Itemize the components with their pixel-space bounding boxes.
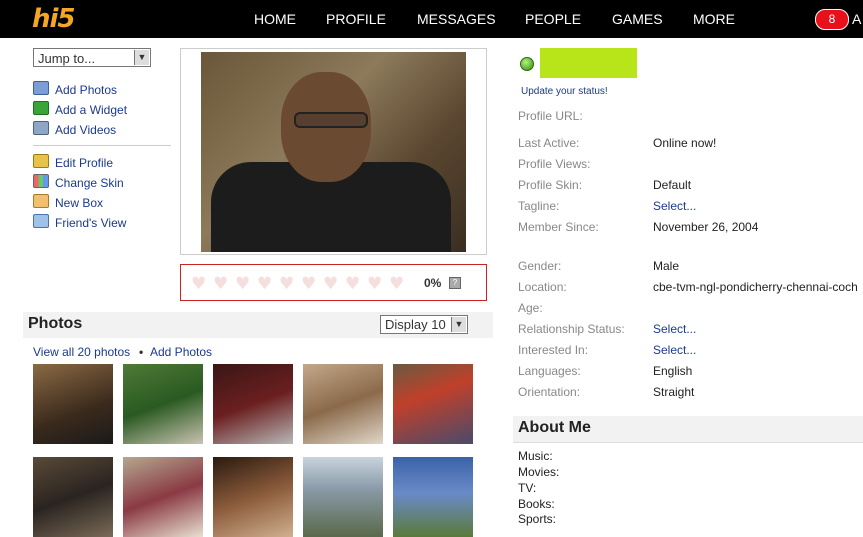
update-status-link[interactable]: Update your status! <box>521 86 608 97</box>
hi5-logo[interactable]: hi5 <box>32 4 76 34</box>
about-me-title: About Me <box>518 419 591 436</box>
jump-to-label: Jump to... <box>38 51 96 66</box>
orientation-label: Orientation: <box>518 385 581 399</box>
photo-thumbnail[interactable] <box>213 364 293 444</box>
location-value: cbe-tvm-ngl-pondicherry-chennai-coch <box>653 280 858 294</box>
nav-more[interactable]: MORE <box>693 11 735 27</box>
add-videos-link[interactable]: Add Videos <box>33 121 116 137</box>
orientation-value: Straight <box>653 385 695 399</box>
last-active-label: Last Active: <box>518 136 580 150</box>
top-nav-bar: hi5 HOME PROFILE MESSAGES PEOPLE GAMES M… <box>0 0 863 38</box>
nav-profile[interactable]: PROFILE <box>326 11 386 27</box>
magnifier-icon <box>33 214 49 228</box>
gender-label: Gender: <box>518 259 562 273</box>
tagline-select-link[interactable]: Select... <box>653 199 696 213</box>
video-icon <box>33 121 49 135</box>
location-label: Location: <box>518 280 567 294</box>
profile-skin-value: Default <box>653 178 692 192</box>
last-active-value: Online now! <box>653 136 717 150</box>
about-music-label: Music: <box>518 449 553 463</box>
display-count-select[interactable]: Display 10 ▼ <box>380 315 468 334</box>
notification-badge[interactable]: 8 <box>815 9 849 30</box>
rating-percent: 0% <box>424 276 442 290</box>
nav-trailing-item[interactable]: A <box>852 11 861 27</box>
chevron-down-icon: ▼ <box>451 317 466 332</box>
edit-profile-link[interactable]: Edit Profile <box>33 154 113 170</box>
chevron-down-icon: ▼ <box>134 50 149 65</box>
age-label: Age: <box>518 301 543 315</box>
add-photos-link-2[interactable]: Add Photos <box>150 345 212 359</box>
change-skin-link[interactable]: Change Skin <box>33 174 124 190</box>
friends-view-link[interactable]: Friend's View <box>33 214 126 230</box>
profile-skin-label: Profile Skin: <box>518 178 583 192</box>
photo-thumbnail[interactable] <box>303 364 383 444</box>
photo-thumbnail[interactable] <box>33 364 113 444</box>
about-me-header: About Me <box>513 416 863 443</box>
interested-in-label: Interested In: <box>518 343 589 357</box>
photo-thumbnail[interactable] <box>33 457 113 537</box>
separator-bullet: • <box>139 345 144 359</box>
gender-value: Male <box>653 259 680 273</box>
heart-icon[interactable]: ♥ <box>213 274 228 294</box>
about-movies-label: Movies: <box>518 465 560 479</box>
interested-in-select-link[interactable]: Select... <box>653 343 696 357</box>
jump-to-select[interactable]: Jump to... ▼ <box>33 48 151 67</box>
member-since-value: November 26, 2004 <box>653 220 759 234</box>
tagline-label: Tagline: <box>518 199 560 213</box>
help-icon[interactable]: ? <box>449 277 461 289</box>
photo-thumbnail[interactable] <box>123 364 203 444</box>
heart-icon[interactable]: ♥ <box>279 274 294 294</box>
photo-thumbnail[interactable] <box>123 457 203 537</box>
relationship-status-label: Relationship Status: <box>518 322 625 336</box>
box-icon <box>33 194 49 208</box>
heart-icon[interactable]: ♥ <box>235 274 250 294</box>
profile-views-label: Profile Views: <box>518 157 591 171</box>
view-all-photos-link[interactable]: View all 20 photos <box>33 345 130 359</box>
online-status-icon <box>520 57 534 71</box>
photo-icon <box>33 81 49 95</box>
new-box-link[interactable]: New Box <box>33 194 103 210</box>
nav-messages[interactable]: MESSAGES <box>417 11 496 27</box>
photo-thumbnail[interactable] <box>393 364 473 444</box>
nav-games[interactable]: GAMES <box>612 11 663 27</box>
profile-name-box <box>540 48 637 78</box>
heart-icon[interactable]: ♥ <box>301 274 316 294</box>
heart-icon[interactable]: ♥ <box>367 274 382 294</box>
heart-icon[interactable]: ♥ <box>323 274 338 294</box>
about-books-label: Books: <box>518 497 555 511</box>
photo-thumbnail[interactable] <box>303 457 383 537</box>
profile-url-label: Profile URL: <box>518 109 583 123</box>
profile-photo-frame <box>180 48 487 255</box>
display-count-label: Display 10 <box>385 317 446 332</box>
heart-icon[interactable]: ♥ <box>389 274 404 294</box>
about-sports-label: Sports: <box>518 512 557 526</box>
add-widget-link[interactable]: Add a Widget <box>33 101 127 117</box>
pencil-icon <box>33 154 49 168</box>
rating-box: ♥ ♥ ♥ ♥ ♥ ♥ ♥ ♥ ♥ ♥ 0% ? <box>180 264 487 301</box>
photo-thumbnail[interactable] <box>213 457 293 537</box>
photos-title: Photos <box>28 315 83 332</box>
member-since-label: Member Since: <box>518 220 599 234</box>
add-photos-link[interactable]: Add Photos <box>33 81 117 97</box>
sidebar-divider <box>33 145 171 146</box>
photo-glasses-shape <box>294 112 368 128</box>
palette-icon <box>33 174 49 188</box>
about-tv-label: TV: <box>518 481 537 495</box>
nav-home[interactable]: HOME <box>254 11 296 27</box>
languages-label: Languages: <box>518 364 581 378</box>
photo-thumbnail[interactable] <box>393 457 473 537</box>
languages-value: English <box>653 364 693 378</box>
heart-icon[interactable]: ♥ <box>191 274 206 294</box>
profile-photo[interactable] <box>201 52 466 252</box>
widget-icon <box>33 101 49 115</box>
nav-people[interactable]: PEOPLE <box>525 11 581 27</box>
heart-icon[interactable]: ♥ <box>257 274 272 294</box>
relationship-status-select-link[interactable]: Select... <box>653 322 696 336</box>
heart-icon[interactable]: ♥ <box>345 274 360 294</box>
